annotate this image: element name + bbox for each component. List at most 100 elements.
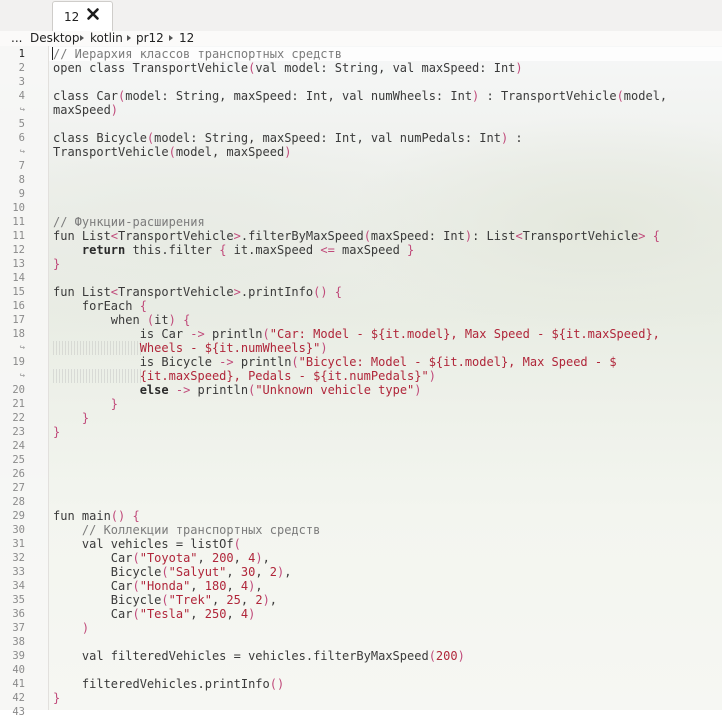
code-line[interactable]: val filteredVehicles = vehicles.filterBy… [53, 649, 465, 663]
code-token: maxSpeed [334, 243, 408, 257]
code-token: , [190, 579, 205, 593]
code-line[interactable]: when (it) { [53, 313, 191, 327]
code-token: ( [363, 229, 371, 243]
code-token: maxSpeed: Int [370, 229, 465, 243]
file-tab[interactable]: 12 [52, 1, 113, 31]
code-line[interactable]: val vehicles = listOf( [53, 537, 241, 551]
line-number: 17 [12, 314, 25, 326]
line-number: 41 [12, 678, 25, 690]
code-token: open class TransportVehicle [53, 61, 249, 75]
code-token: Bicycle [53, 593, 162, 607]
code-token: ) [464, 229, 473, 243]
code-line[interactable]: return this.filter { it.maxSpeed <= maxS… [53, 243, 414, 257]
code-token: when [53, 313, 147, 327]
code-token: TransportVehicle [118, 285, 234, 299]
code-token: is Bicycle [53, 355, 220, 369]
code-line[interactable]: Wheels - ${it.numWheels}") [53, 341, 328, 355]
code-token: ) [81, 621, 90, 635]
code-line[interactable]: ) [53, 621, 89, 635]
code-line[interactable]: // Функции-расширения [53, 215, 205, 229]
code-token: ) [320, 341, 328, 355]
code-token: println [190, 383, 249, 397]
code-token: TransportVehicle [522, 229, 639, 243]
line-number: 11 [12, 230, 25, 242]
code-token: ( [132, 607, 140, 621]
code-line[interactable]: } [53, 257, 60, 271]
code-token: "Salyut" [168, 565, 227, 579]
code-token: ) [262, 593, 270, 607]
line-number: 28 [12, 496, 25, 508]
code-token: : TransportVehicle [479, 89, 617, 103]
code-token: } [53, 691, 61, 705]
code-line[interactable]: class Bicycle(model: String, maxSpeed: I… [53, 131, 523, 145]
code-token: <= [320, 243, 335, 257]
code-line[interactable]: forEach { [53, 299, 147, 313]
code-line[interactable]: TransportVehicle(model, maxSpeed) [53, 145, 291, 159]
code-token: Car [53, 579, 133, 593]
code-token: ) [284, 145, 292, 159]
code-line[interactable]: fun main() { [53, 509, 140, 523]
code-line[interactable]: Car("Honda", 180, 4), [53, 579, 263, 593]
code-line[interactable]: Bicycle("Trek", 25, 2), [53, 593, 277, 607]
line-number: 29 [12, 510, 25, 522]
line-number: 11 [12, 216, 25, 228]
breadcrumb-pr12[interactable]: pr12 [136, 31, 164, 46]
code-token: println [233, 355, 292, 369]
code-token: -> [219, 355, 234, 369]
code-token: forEach [53, 299, 140, 313]
code-line[interactable]: open class TransportVehicle(val model: S… [53, 61, 523, 75]
code-token: class Bicycle [53, 131, 147, 145]
code-token: val vehicles = listOf [53, 537, 234, 551]
breadcrumb-file[interactable]: 12 [179, 31, 194, 46]
code-line[interactable]: Car("Tesla", 250, 4) [53, 607, 256, 621]
code-token: ( [616, 89, 624, 103]
line-number: 30 [12, 524, 25, 536]
code-token: "Bicycle: Model - ${it.model}, Max Speed… [298, 355, 617, 369]
code-line[interactable]: is Bicycle -> println("Bicycle: Model - … [53, 355, 617, 369]
code-line[interactable]: Bicycle("Salyut", 30, 2), [53, 565, 292, 579]
code-line[interactable]: class Car (model: String, maxSpeed: Int, … [53, 89, 667, 103]
code-line[interactable]: is Car -> println("Car: Model - ${it.mod… [53, 327, 660, 341]
code-token: 2 [255, 593, 263, 607]
code-line[interactable]: else -> println("Unknown vehicle type") [53, 383, 422, 397]
code-token: > [233, 285, 241, 299]
line-number: 31 [12, 538, 25, 550]
code-token: it.maxSpeed [226, 243, 321, 257]
code-token: // Коллекции транспортных средств [81, 523, 321, 537]
code-line[interactable]: fun List<TransportVehicle>.filterByMaxSp… [53, 229, 660, 243]
code-token: 2 [269, 565, 277, 579]
line-number: 38 [12, 636, 25, 648]
code-editor[interactable]: 1 // Иерархия классов транспортных средст… [0, 46, 722, 718]
code-token: } [81, 411, 90, 425]
code-line[interactable]: // Коллекции транспортных средств [53, 523, 320, 537]
code-token: // Функции-расширения [53, 215, 205, 229]
line-number: 5 [18, 118, 25, 130]
code-line[interactable]: Car("Toyota", 200, 4), [53, 551, 270, 565]
code-line[interactable]: } [53, 691, 60, 705]
line-number: 37 [12, 622, 25, 634]
close-icon[interactable] [86, 7, 100, 21]
code-token: < [515, 229, 523, 243]
line-number: 40 [12, 664, 25, 676]
code-line[interactable]: filteredVehicles.printInfo() [53, 677, 284, 691]
code-line[interactable]: } [53, 425, 60, 439]
code-line[interactable]: } [53, 397, 118, 411]
code-line[interactable]: fun List<TransportVehicle>.printInfo() { [53, 285, 342, 299]
breadcrumb-desktop[interactable]: Desktop [30, 31, 80, 46]
breadcrumb-ellipsis[interactable]: ... [11, 31, 22, 46]
code-token: , [226, 579, 241, 593]
code-token: ) [515, 61, 523, 75]
code-line[interactable]: } [53, 411, 89, 425]
code-line[interactable]: maxSpeed) [53, 103, 118, 117]
line-number: 6 [18, 132, 25, 144]
code-line[interactable]: // Иерархия классов транспортных средств [53, 47, 342, 61]
code-line[interactable]: {it.maxSpeed}, Pedals - ${it.numPedals}"… [53, 369, 436, 383]
code-token: println [204, 327, 263, 341]
breadcrumb-kotlin[interactable]: kotlin [90, 31, 123, 46]
code-token: model, maxSpeed [175, 145, 285, 159]
code-token: , [211, 593, 227, 607]
